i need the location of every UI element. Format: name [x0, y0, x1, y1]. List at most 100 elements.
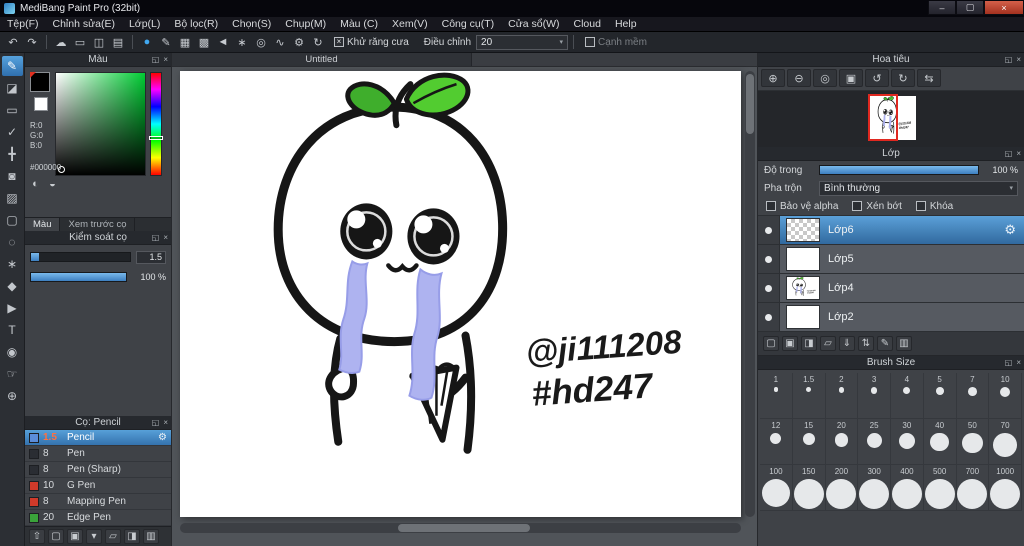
hand-tool[interactable]: ☞ — [2, 364, 23, 384]
lock-checkbox[interactable] — [915, 201, 926, 211]
foreground-color-swatch[interactable] — [30, 72, 50, 92]
menu-item-11[interactable]: Help — [608, 18, 644, 30]
menu-item-3[interactable]: Bộ lọc(R) — [167, 18, 225, 30]
panel-detach-icon[interactable]: ◱ — [152, 233, 160, 242]
vertical-scrollbar-thumb[interactable] — [746, 74, 754, 134]
brush-item[interactable]: 20 Edge Pen — [25, 510, 171, 526]
brush-size-cell[interactable]: 150 — [792, 465, 826, 511]
brush-size-cell[interactable]: 4 — [891, 373, 924, 419]
background-color-swatch[interactable] — [34, 97, 48, 111]
brush-size-cell[interactable]: 7 — [956, 373, 990, 419]
zoom-reset-icon[interactable]: ◎ — [813, 69, 837, 87]
text-tool[interactable]: T — [2, 320, 23, 340]
grid-icon[interactable]: ▦ — [176, 34, 194, 50]
panel-detach-icon[interactable]: ◱ — [1005, 55, 1013, 64]
maximize-button[interactable]: ▢ — [956, 1, 984, 15]
redo-icon[interactable]: ↷ — [23, 34, 41, 50]
brush-size-cell[interactable]: 300 — [858, 465, 891, 511]
brush-size-cell[interactable]: 2 — [825, 373, 859, 419]
alpha-lock-checkbox[interactable] — [766, 201, 776, 211]
snap-curve-icon[interactable]: ∿ — [271, 34, 289, 50]
blend-mode-dropdown[interactable]: Bình thường ▾ — [819, 180, 1018, 196]
menu-item-5[interactable]: Chụp(M) — [278, 18, 333, 30]
lock-checkbox-group[interactable]: Khóa — [915, 201, 953, 212]
brush-item[interactable]: 8 Pen — [25, 446, 171, 462]
lasso-tool[interactable]: ◌ — [2, 232, 23, 252]
close-button[interactable]: × — [984, 1, 1024, 15]
eyedropper-tool[interactable]: ◉ — [2, 342, 23, 362]
color-tab-0[interactable]: Màu — [25, 218, 61, 231]
chat-icon[interactable]: ◫ — [90, 34, 108, 50]
panel-close-icon[interactable]: × — [1016, 149, 1021, 158]
delete-brush-icon[interactable]: ▥ — [143, 529, 159, 544]
undo-icon[interactable]: ↶ — [4, 34, 22, 50]
copy-icon[interactable]: ◨ — [124, 529, 140, 544]
menu-item-6[interactable]: Màu (C) — [333, 18, 385, 30]
soft-edge-checkbox[interactable] — [585, 37, 596, 47]
gear-icon[interactable]: ⚙ — [158, 432, 167, 443]
brush-size-cell[interactable]: 12 — [760, 419, 793, 465]
pen-nib-icon[interactable]: ✎ — [157, 34, 175, 50]
layer-opacity-slider[interactable] — [819, 165, 979, 175]
brush-item[interactable]: 10 G Pen — [25, 478, 171, 494]
menu-item-2[interactable]: Lớp(L) — [122, 18, 167, 30]
layer-visibility-toggle[interactable] — [758, 274, 780, 302]
panel-close-icon[interactable]: × — [163, 418, 168, 427]
brush-size-cell[interactable]: 700 — [956, 465, 990, 511]
color-bar-icon[interactable]: ◒ — [46, 177, 59, 190]
comment-icon[interactable]: ▭ — [71, 34, 89, 50]
brush-size-cell[interactable]: 400 — [891, 465, 924, 511]
magic-wand-tool[interactable]: ∗ — [2, 254, 23, 274]
layer-visibility-toggle[interactable] — [758, 303, 780, 331]
canvas-tab[interactable]: Untitled — [172, 53, 472, 66]
menu-item-10[interactable]: Cloud — [567, 18, 608, 30]
fill-tool[interactable]: ◙ — [2, 166, 23, 186]
horizontal-scrollbar[interactable] — [180, 523, 741, 533]
panel-close-icon[interactable]: × — [1016, 358, 1021, 367]
eraser-tool[interactable]: ◪ — [2, 78, 23, 98]
snap-off-icon[interactable]: ◄ — [214, 34, 232, 50]
menu-item-0[interactable]: Tệp(F) — [0, 18, 46, 30]
brush-size-cell[interactable]: 50 — [956, 419, 990, 465]
brush-size-cell[interactable]: 30 — [891, 419, 924, 465]
layer-order-icon[interactable]: ⇅ — [858, 336, 874, 351]
new-brush-icon[interactable]: ▢ — [48, 529, 64, 544]
layer-folder-icon[interactable]: ▱ — [820, 336, 836, 351]
brush-size-cell[interactable]: 25 — [858, 419, 891, 465]
edit-brush-icon[interactable]: ▣ — [67, 529, 83, 544]
brush-size-cell[interactable]: 500 — [923, 465, 957, 511]
cloud-icon[interactable]: ☁ — [52, 34, 70, 50]
gear-icon[interactable]: ⚙ — [1004, 222, 1016, 238]
antialias-checkbox-group[interactable]: × Khử răng cưa — [334, 37, 409, 48]
snap-cross-icon[interactable]: ∗ — [233, 34, 251, 50]
move-tool[interactable]: ╋ — [2, 144, 23, 164]
clipping-checkbox[interactable] — [852, 201, 863, 211]
vertical-scrollbar[interactable] — [745, 71, 755, 517]
brush-size-slider[interactable] — [30, 252, 131, 262]
panel-close-icon[interactable]: × — [163, 233, 168, 242]
brush-item[interactable]: 1.5 Pencil ⚙ — [25, 430, 171, 446]
operation-tool[interactable]: ▶ — [2, 298, 23, 318]
zoom-in-icon[interactable]: ⊕ — [761, 69, 785, 87]
snap-reset-icon[interactable]: ↻ — [309, 34, 327, 50]
soft-edge-checkbox-group[interactable]: Cạnh mềm — [585, 37, 647, 48]
zoom-tool[interactable]: ⊕ — [2, 386, 23, 406]
layer-row[interactable]: Lớp4 — [758, 274, 1024, 303]
stamp-tool[interactable]: ▭ — [2, 100, 23, 120]
new-layer-alt-icon[interactable]: ▣ — [782, 336, 798, 351]
antialias-checkbox[interactable]: × — [334, 37, 344, 47]
rotate-left-icon[interactable]: ↺ — [865, 69, 889, 87]
document-icon[interactable]: ▤ — [109, 34, 127, 50]
panel-detach-icon[interactable]: ◱ — [1005, 358, 1013, 367]
brush-size-cell[interactable]: 10 — [989, 373, 1022, 419]
menu-item-8[interactable]: Công cụ(T) — [435, 18, 502, 30]
navigator-thumbnail[interactable] — [868, 94, 916, 141]
brush-size-cell[interactable]: 5 — [923, 373, 957, 419]
horizontal-scrollbar-thumb[interactable] — [398, 524, 530, 532]
brush-size-cell[interactable]: 1 — [760, 373, 793, 419]
menu-item-4[interactable]: Chọn(S) — [225, 18, 278, 30]
canvas-surface[interactable]: @ji111208 #hd247 — [180, 71, 741, 517]
layer-visibility-toggle[interactable] — [758, 245, 780, 273]
brush-circle-icon[interactable]: ● — [138, 34, 156, 50]
delete-layer-icon[interactable]: ▥ — [896, 336, 912, 351]
